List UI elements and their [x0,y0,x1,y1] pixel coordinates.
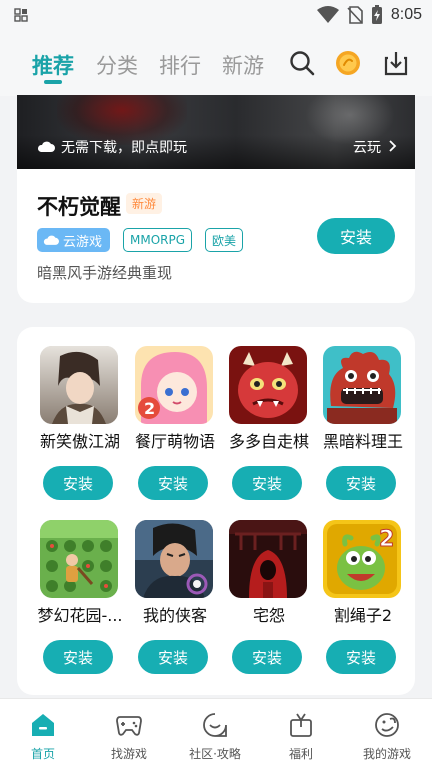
game-name: 多多自走棋 [228,432,309,451]
new-game-badge: 新游 [126,193,163,214]
garden-farmer-icon[interactable] [40,520,118,598]
bottom-nav-my-games[interactable]: 我的游戏 [344,699,430,768]
game-name: 我的侠客 [142,606,207,625]
tab-ranking[interactable]: 排行 [159,50,201,80]
install-button[interactable]: 安装 [232,640,302,674]
anime-girl-icon[interactable]: 2 [135,346,213,424]
wuxia-swordsman-icon[interactable] [40,346,118,424]
install-button[interactable]: 安装 [326,640,396,674]
genre-tag: MMORPG [123,228,193,252]
status-bar: 8:05 [0,0,432,30]
om-nom-icon[interactable]: 2 [323,520,401,598]
install-button[interactable]: 安装 [138,640,208,674]
game-name: 梦幻花园-... [37,606,123,625]
octopus-monster-icon[interactable] [323,346,401,424]
community-icon [203,713,227,737]
top-nav: 推荐 分类 排行 新游 [0,30,432,96]
game-name: 新笑傲江湖 [39,432,120,451]
search-icon[interactable] [289,50,315,76]
svg-text:2: 2 [144,399,155,418]
featured-description: 暗黑风手游经典重现 [37,264,173,282]
my-games-icon [375,713,399,737]
bottom-nav-community[interactable]: 社区·攻略 [172,699,258,768]
tab-recommend[interactable]: 推荐 [32,50,74,80]
tab-new-games[interactable]: 新游 [222,50,264,80]
featured-game-title: 不朽觉醒 [37,195,121,219]
tab-category[interactable]: 分类 [96,50,138,80]
region-tag: 欧美 [205,228,244,252]
red-hood-horror-icon[interactable] [229,520,307,598]
red-dragon-icon[interactable] [229,346,307,424]
cloud-icon [37,141,55,152]
svg-text:2: 2 [379,527,394,552]
game-name: 割绳子2 [333,606,393,625]
featured-install-button[interactable]: 安装 [317,218,395,254]
download-icon[interactable] [383,50,409,76]
bottom-nav-label: 首页 [30,747,55,761]
featured-game-card[interactable]: 无需下载，即点即玩 云玩 不朽觉醒 新游 云游戏 MMORPG 欧美 暗黑风手游… [17,95,415,303]
coin-icon[interactable] [335,50,361,76]
battery-charging-icon [371,5,382,24]
install-button[interactable]: 安装 [326,466,396,500]
bottom-nav-label: 社区·攻略 [189,747,241,761]
game-name: 餐厅萌物语 [134,432,215,451]
bottom-nav-label: 福利 [288,747,313,761]
gamepad-icon [116,716,142,736]
install-button[interactable]: 安装 [43,640,113,674]
clock: 8:05 [390,6,422,23]
banner-text: 无需下载，即点即玩 [61,140,187,156]
bottom-nav-label: 找游戏 [110,747,147,761]
cloud-game-tag: 云游戏 [37,228,111,252]
bottom-nav-label: 我的游戏 [362,747,411,761]
featured-banner[interactable]: 无需下载，即点即玩 云玩 [17,95,415,169]
install-button[interactable]: 安装 [232,466,302,500]
home-icon [32,714,54,736]
bottom-nav-home[interactable]: 首页 [0,699,86,768]
cloud-icon [43,235,59,245]
swordsman-portrait-icon[interactable] [135,520,213,598]
gift-icon [290,713,312,737]
bottom-nav: 首页 找游戏 社区·攻略 福利 我的游戏 [0,698,432,768]
active-tab-indicator [44,80,62,84]
game-name: 黑暗料理王 [322,432,403,451]
install-button[interactable]: 安装 [43,466,113,500]
game-name: 宅怨 [252,606,285,625]
wifi-icon [316,6,339,23]
install-button[interactable]: 安装 [138,466,208,500]
game-grid-card: 新笑傲江湖 安装 2 餐厅萌物语 安装 多多自走棋 安装 黑暗料理王 安装 梦幻… [17,327,415,695]
bottom-nav-welfare[interactable]: 福利 [258,699,344,768]
cloud-game-tag-label: 云游戏 [63,234,103,250]
chevron-right-icon [389,140,397,152]
bottom-nav-find-games[interactable]: 找游戏 [86,699,172,768]
no-sim-icon [347,6,363,24]
cloud-play-link[interactable]: 云玩 [353,137,381,157]
app-grid-icon [14,8,28,22]
